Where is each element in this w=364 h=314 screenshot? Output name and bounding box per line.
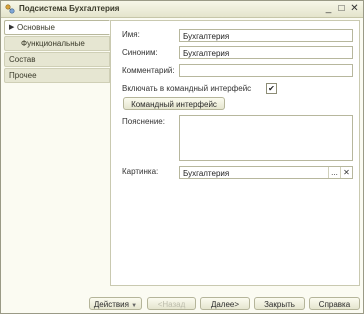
command-interface-button[interactable]: Командный интерфейс xyxy=(123,97,225,110)
explanation-label: Пояснение: xyxy=(122,117,165,126)
picture-label: Картинка: xyxy=(122,167,159,176)
picture-value: Бухгалтерия xyxy=(183,169,230,178)
sidebar: ▶ Основные Функциональные опции Состав П… xyxy=(4,20,110,84)
close-button[interactable]: Закрыть xyxy=(254,297,305,310)
synonym-field[interactable]: Бухгалтерия xyxy=(179,46,353,59)
name-label: Имя: xyxy=(122,30,140,39)
sidebar-item-label: Основные xyxy=(17,23,55,32)
include-in-interface-checkbox[interactable]: ✔ xyxy=(266,83,277,94)
subsystem-window: Подсистема Бухгалтерия _ □ ✕ ▶ Основные … xyxy=(0,0,364,314)
title-bar[interactable]: Подсистема Бухгалтерия _ □ ✕ xyxy=(1,1,363,18)
sidebar-item-label: Состав xyxy=(9,55,36,64)
window-title: Подсистема Бухгалтерия xyxy=(19,4,120,13)
sidebar-item-other[interactable]: Прочее xyxy=(4,68,110,83)
actions-label: Действия xyxy=(93,300,129,309)
clear-picture-icon[interactable]: ✕ xyxy=(340,167,352,178)
picture-field[interactable]: Бухгалтерия ... ✕ xyxy=(179,166,353,179)
synonym-label: Синоним: xyxy=(122,48,158,57)
select-picture-button[interactable]: ... xyxy=(328,167,340,178)
sidebar-item-composition[interactable]: Состав xyxy=(4,52,110,67)
subsystem-icon xyxy=(5,4,15,14)
sidebar-item-functional-options[interactable]: Функциональные опции xyxy=(4,36,110,61)
sidebar-item-main[interactable]: ▶ Основные xyxy=(4,20,110,35)
help-button[interactable]: Справка xyxy=(309,297,360,310)
next-button[interactable]: Далее> xyxy=(200,297,250,310)
name-field[interactable]: Бухгалтерия xyxy=(179,29,353,42)
sidebar-item-label: Прочее xyxy=(9,71,37,80)
explanation-textarea[interactable] xyxy=(179,115,353,161)
maximize-button[interactable]: □ xyxy=(336,3,347,14)
minimize-button[interactable]: _ xyxy=(323,3,334,14)
comment-label: Комментарий: xyxy=(122,66,175,75)
close-window-button[interactable]: ✕ xyxy=(349,3,360,14)
include-in-interface-label: Включать в командный интерфейс xyxy=(122,84,252,93)
active-arrow-icon: ▶ xyxy=(9,24,15,31)
main-panel: Имя: Бухгалтерия Синоним: Бухгалтерия Ко… xyxy=(110,20,360,286)
comment-field[interactable] xyxy=(179,64,353,77)
back-button[interactable]: <Назад xyxy=(147,297,196,310)
dropdown-arrow-icon: ▼ xyxy=(131,303,138,309)
actions-button[interactable]: Действия ▼ xyxy=(89,297,142,310)
